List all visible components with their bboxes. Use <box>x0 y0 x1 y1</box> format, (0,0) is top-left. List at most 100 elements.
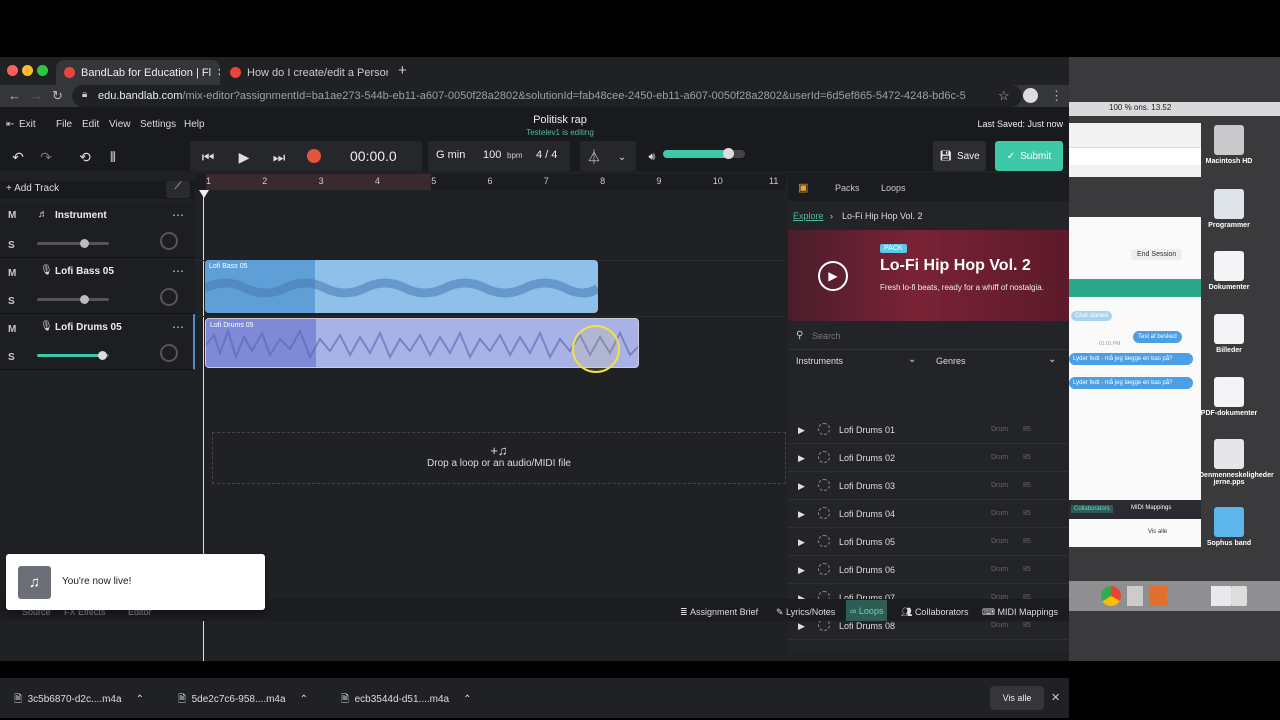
pan-knob[interactable] <box>160 232 178 250</box>
instruments-filter[interactable]: Instruments ⌄ <box>788 350 928 372</box>
play-loop-icon[interactable]: ▶ <box>798 481 805 492</box>
show-all-downloads-button[interactable]: Vis alle <box>990 686 1044 710</box>
exit-icon[interactable]: ⇤ <box>6 119 14 130</box>
lyrics-notes-button[interactable]: ✎ Lyrics/Notes <box>776 603 835 621</box>
menu-edit[interactable]: Edit <box>82 119 99 130</box>
desktop-icon[interactable]: Billeder <box>1199 314 1259 354</box>
desktop-icon[interactable]: PDF-dokumenter <box>1199 377 1259 417</box>
automation-icon[interactable]: ⟋ <box>166 181 190 198</box>
desktop-icon[interactable]: Denmenneskeligheder jerne.pps <box>1199 439 1274 486</box>
trash-icon[interactable] <box>1231 586 1247 606</box>
track-volume-slider[interactable] <box>37 351 109 360</box>
profile-avatar-icon[interactable] <box>1023 88 1038 103</box>
play-pack-icon[interactable]: ▶ <box>818 261 848 291</box>
forward-icon[interactable]: → <box>30 88 43 103</box>
play-loop-icon[interactable]: ▶ <box>798 453 805 464</box>
track-volume-slider[interactable] <box>37 295 109 304</box>
tab-packs[interactable]: Packs <box>835 183 860 193</box>
record-icon[interactable] <box>307 149 321 163</box>
collaborators-button[interactable]: 👥︎ Collaborators <box>901 603 968 621</box>
mini-midi-tab[interactable]: MIDI Mappings <box>1131 505 1171 511</box>
track-lofi-drums[interactable]: M S 🎙︎ Lofi Drums 05 ⋯ <box>0 314 195 370</box>
breadcrumb-explore[interactable]: Explore <box>793 211 824 221</box>
clip-lofi-bass[interactable]: Lofi Bass 05 <box>205 260 598 313</box>
loop-item[interactable]: ▶ Lofi Drums 06 Drum 85 <box>788 556 1069 584</box>
chrome-dock-icon[interactable] <box>1101 586 1121 606</box>
project-title[interactable]: Politisk rap <box>460 114 660 126</box>
add-track-button[interactable]: + Add Track <box>6 183 59 194</box>
loops-button[interactable]: ∞ Loops <box>846 600 888 621</box>
skip-forward-icon[interactable]: ⏭ <box>269 143 289 171</box>
play-loop-icon[interactable]: ▶ <box>798 621 805 632</box>
pan-knob[interactable] <box>160 344 178 362</box>
genres-filter[interactable]: Genres ⌄ <box>928 350 1069 372</box>
end-session-button[interactable]: End Session <box>1131 249 1183 260</box>
play-loop-icon[interactable]: ▶ <box>798 509 805 520</box>
save-button[interactable]: 💾︎ Save <box>933 141 986 171</box>
chevron-up-icon[interactable]: ⌃ <box>463 694 471 705</box>
tab-loops[interactable]: Loops <box>881 183 906 193</box>
redo-icon[interactable]: ↷ <box>36 143 56 171</box>
skip-back-icon[interactable]: ⏮ <box>198 143 218 171</box>
drop-zone[interactable]: +♫ Drop a loop or an audio/MIDI file <box>212 432 786 484</box>
play-icon[interactable]: ▶ <box>234 143 254 171</box>
chevron-up-icon[interactable]: ⌃ <box>136 694 144 705</box>
midi-mappings-button[interactable]: ⌨︎ MIDI Mappings <box>982 603 1058 621</box>
loop-item[interactable]: ▶ Lofi Drums 05 Drum 85 <box>788 528 1069 556</box>
pan-knob[interactable] <box>160 288 178 306</box>
download-item[interactable]: 🗎︎ ecb3544d-d51....m4a ⌃ <box>341 692 472 709</box>
track-instrument[interactable]: M S ♬ Instrument ⋯ <box>0 202 195 258</box>
menu-help[interactable]: Help <box>184 119 205 130</box>
time-signature[interactable]: 4 / 4 <box>536 149 557 161</box>
track-name[interactable]: Lofi Bass 05 <box>55 266 114 277</box>
mute-button[interactable]: M <box>8 324 16 335</box>
tab-help[interactable]: How do I create/edit a Persona ✕ <box>222 60 388 85</box>
track-lofi-bass[interactable]: M S 🎙︎ Lofi Bass 05 ⋯ <box>0 258 195 314</box>
mini-collaborators-tab[interactable]: Collaborators <box>1071 505 1113 513</box>
bookmark-star-icon[interactable]: ☆ <box>998 88 1010 104</box>
dock-app-icon[interactable] <box>1211 586 1231 606</box>
bpm-value[interactable]: 100 <box>483 149 501 161</box>
reload-icon[interactable]: ↻ <box>52 88 63 104</box>
track-options-icon[interactable]: ⋯ <box>172 320 184 334</box>
track-name[interactable]: Instrument <box>55 210 107 221</box>
menu-settings[interactable]: Settings <box>140 119 176 130</box>
dock-app-icon[interactable] <box>1149 586 1167 606</box>
menu-file[interactable]: File <box>56 119 72 130</box>
desktop-icon[interactable]: Programmer <box>1199 189 1259 229</box>
loop-search[interactable]: ⚲ Search <box>788 322 1069 350</box>
play-loop-icon[interactable]: ▶ <box>798 565 805 576</box>
loop-item[interactable]: ▶ Lofi Drums 03 Drum 85 <box>788 472 1069 500</box>
metronome-icon[interactable]: ⏃ <box>584 143 604 171</box>
split-icon[interactable]: ⫴ <box>103 143 123 171</box>
mute-button[interactable]: M <box>8 210 16 221</box>
minimize-window-button[interactable] <box>22 65 33 76</box>
dock-app-icon[interactable] <box>1127 586 1143 606</box>
timeline[interactable]: 1 2 3 4 5 6 7 8 9 10 11 Lofi Bass 05 Lofi Drums 05… <box>196 174 786 661</box>
mute-button[interactable]: M <box>8 268 16 279</box>
loop-item[interactable]: ▶ Lofi Drums 04 Drum 85 <box>788 500 1069 528</box>
download-item[interactable]: 🗎︎ 3c5b6870-d2c....m4a ⌃ <box>14 692 144 709</box>
play-loop-icon[interactable]: ▶ <box>798 425 805 436</box>
url-input[interactable]: 🔒︎ edu.bandlab.com/mix-editor?assignment… <box>72 85 1022 107</box>
zoom-window-button[interactable] <box>37 65 48 76</box>
play-loop-icon[interactable]: ▶ <box>798 537 805 548</box>
chevron-down-icon[interactable]: ⌄ <box>612 143 632 171</box>
download-item[interactable]: 🗎︎ 5de2c7c6-958....m4a ⌃ <box>178 692 308 709</box>
search-input[interactable]: Search <box>812 331 841 341</box>
master-volume-slider[interactable] <box>663 148 745 159</box>
close-tab-icon[interactable]: ✕ <box>217 66 220 79</box>
new-tab-button[interactable]: + <box>398 62 407 79</box>
track-options-icon[interactable]: ⋯ <box>172 264 184 278</box>
track-options-icon[interactable]: ⋯ <box>172 208 184 222</box>
mini-show-all[interactable]: Vis alle <box>1148 529 1167 535</box>
solo-button[interactable]: S <box>8 352 15 363</box>
tab-bandlab[interactable]: BandLab for Education | Fl ✕ <box>56 60 220 85</box>
timeline-ruler[interactable]: 1 2 3 4 5 6 7 8 9 10 11 <box>196 174 786 190</box>
close-downloads-icon[interactable]: ✕ <box>1051 691 1060 704</box>
solo-button[interactable]: S <box>8 240 15 251</box>
playhead-handle[interactable] <box>199 190 209 198</box>
loop-item[interactable]: ▶ Lofi Drums 01 Drum 85 <box>788 420 1069 444</box>
desktop-icon[interactable]: Macintosh HD <box>1199 125 1259 165</box>
loop-toggle-icon[interactable]: ⟲ <box>75 143 95 171</box>
